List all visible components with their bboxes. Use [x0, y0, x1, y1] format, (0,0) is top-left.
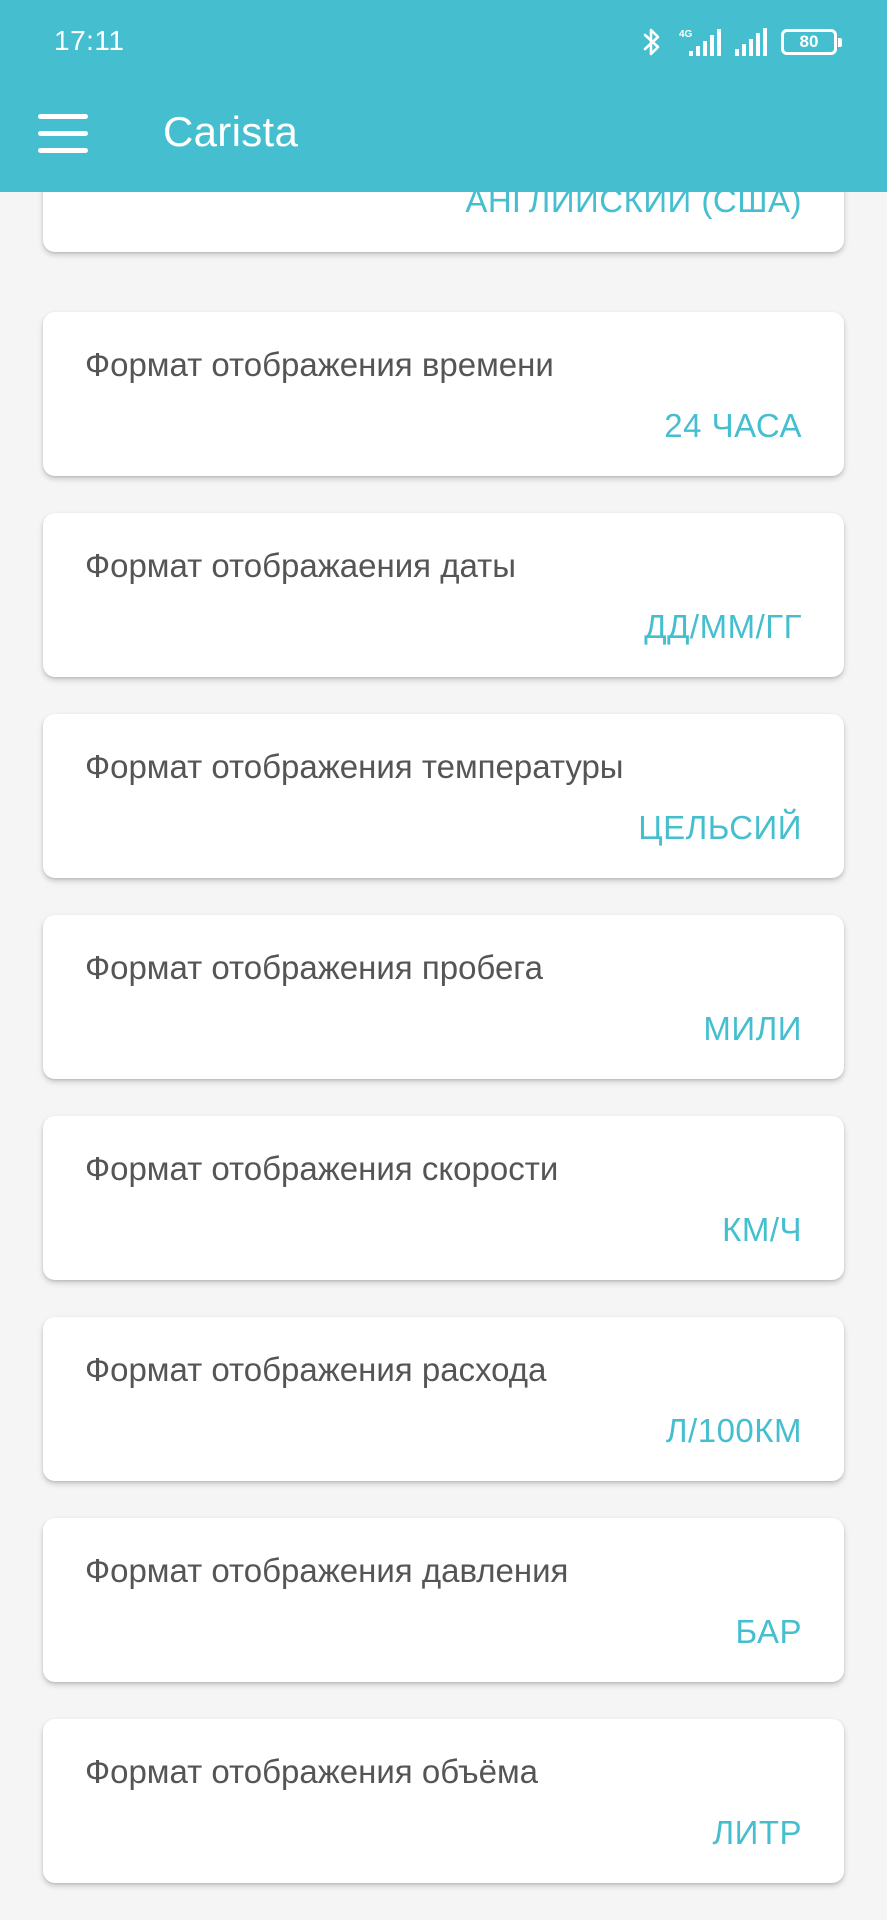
menu-hamburger-icon[interactable] — [30, 98, 100, 168]
toolbar: Carista — [0, 84, 887, 192]
setting-card-volume-format[interactable]: Формат отображения объёма ЛИТР — [43, 1719, 844, 1883]
cellular-4g-signal-icon: 4G — [679, 29, 721, 56]
setting-card-consumption-format[interactable]: Формат отображения расхода Л/100КМ — [43, 1317, 844, 1481]
setting-card-time-format[interactable]: Формат отображения времени 24 ЧАСА — [43, 312, 844, 476]
bluetooth-icon — [643, 28, 660, 56]
setting-label: Формат отображения объёма — [85, 1753, 539, 1790]
setting-card-temperature-format[interactable]: Формат отображения температуры ЦЕЛЬСИЙ — [43, 714, 844, 878]
status-icons: 4G 80 — [639, 24, 842, 60]
network-type: 4G — [679, 29, 693, 40]
setting-value: БАР — [735, 1613, 802, 1650]
app-bar: 17:11 4G 80 Carista — [0, 0, 887, 192]
status-bar: 17:11 4G 80 — [0, 0, 887, 84]
setting-card-language[interactable]: АНГЛИЙСКИЙ (США) — [43, 192, 844, 252]
setting-label: Формат отображения температуры — [85, 748, 624, 785]
setting-value: ЛИТР — [712, 1814, 802, 1851]
setting-value: МИЛИ — [703, 1010, 802, 1047]
setting-card-speed-format[interactable]: Формат отображения скорости КМ/Ч — [43, 1116, 844, 1280]
setting-value: 24 ЧАСА — [664, 407, 802, 444]
setting-label: Формат отображения давления — [85, 1552, 569, 1589]
setting-value: ЦЕЛЬСИЙ — [638, 809, 802, 846]
setting-value: АНГЛИЙСКИЙ (США) — [465, 192, 802, 219]
setting-label: Формат отображения скорости — [85, 1150, 559, 1187]
setting-label: Формат отображаения даты — [85, 547, 516, 584]
setting-value: Л/100КМ — [665, 1412, 802, 1449]
setting-label: Формат отображения времени — [85, 346, 554, 383]
battery-level: 80 — [799, 32, 819, 51]
setting-label: Формат отображения расхода — [85, 1351, 547, 1388]
setting-label: Формат отображения пробега — [85, 949, 543, 986]
app-title: Carista — [163, 108, 299, 155]
setting-card-date-format[interactable]: Формат отображаения даты ДД/ММ/ГГ — [43, 513, 844, 677]
setting-card-mileage-format[interactable]: Формат отображения пробега МИЛИ — [43, 915, 844, 1079]
settings-list: АНГЛИЙСКИЙ (США) Формат отображения врем… — [0, 192, 887, 1920]
status-time: 17:11 — [54, 25, 125, 56]
cellular-signal-icon — [735, 28, 767, 56]
setting-value: КМ/Ч — [722, 1211, 802, 1248]
setting-card-pressure-format[interactable]: Формат отображения давления БАР — [43, 1518, 844, 1682]
battery-icon: 80 — [781, 29, 842, 55]
setting-value: ДД/ММ/ГГ — [644, 608, 802, 645]
